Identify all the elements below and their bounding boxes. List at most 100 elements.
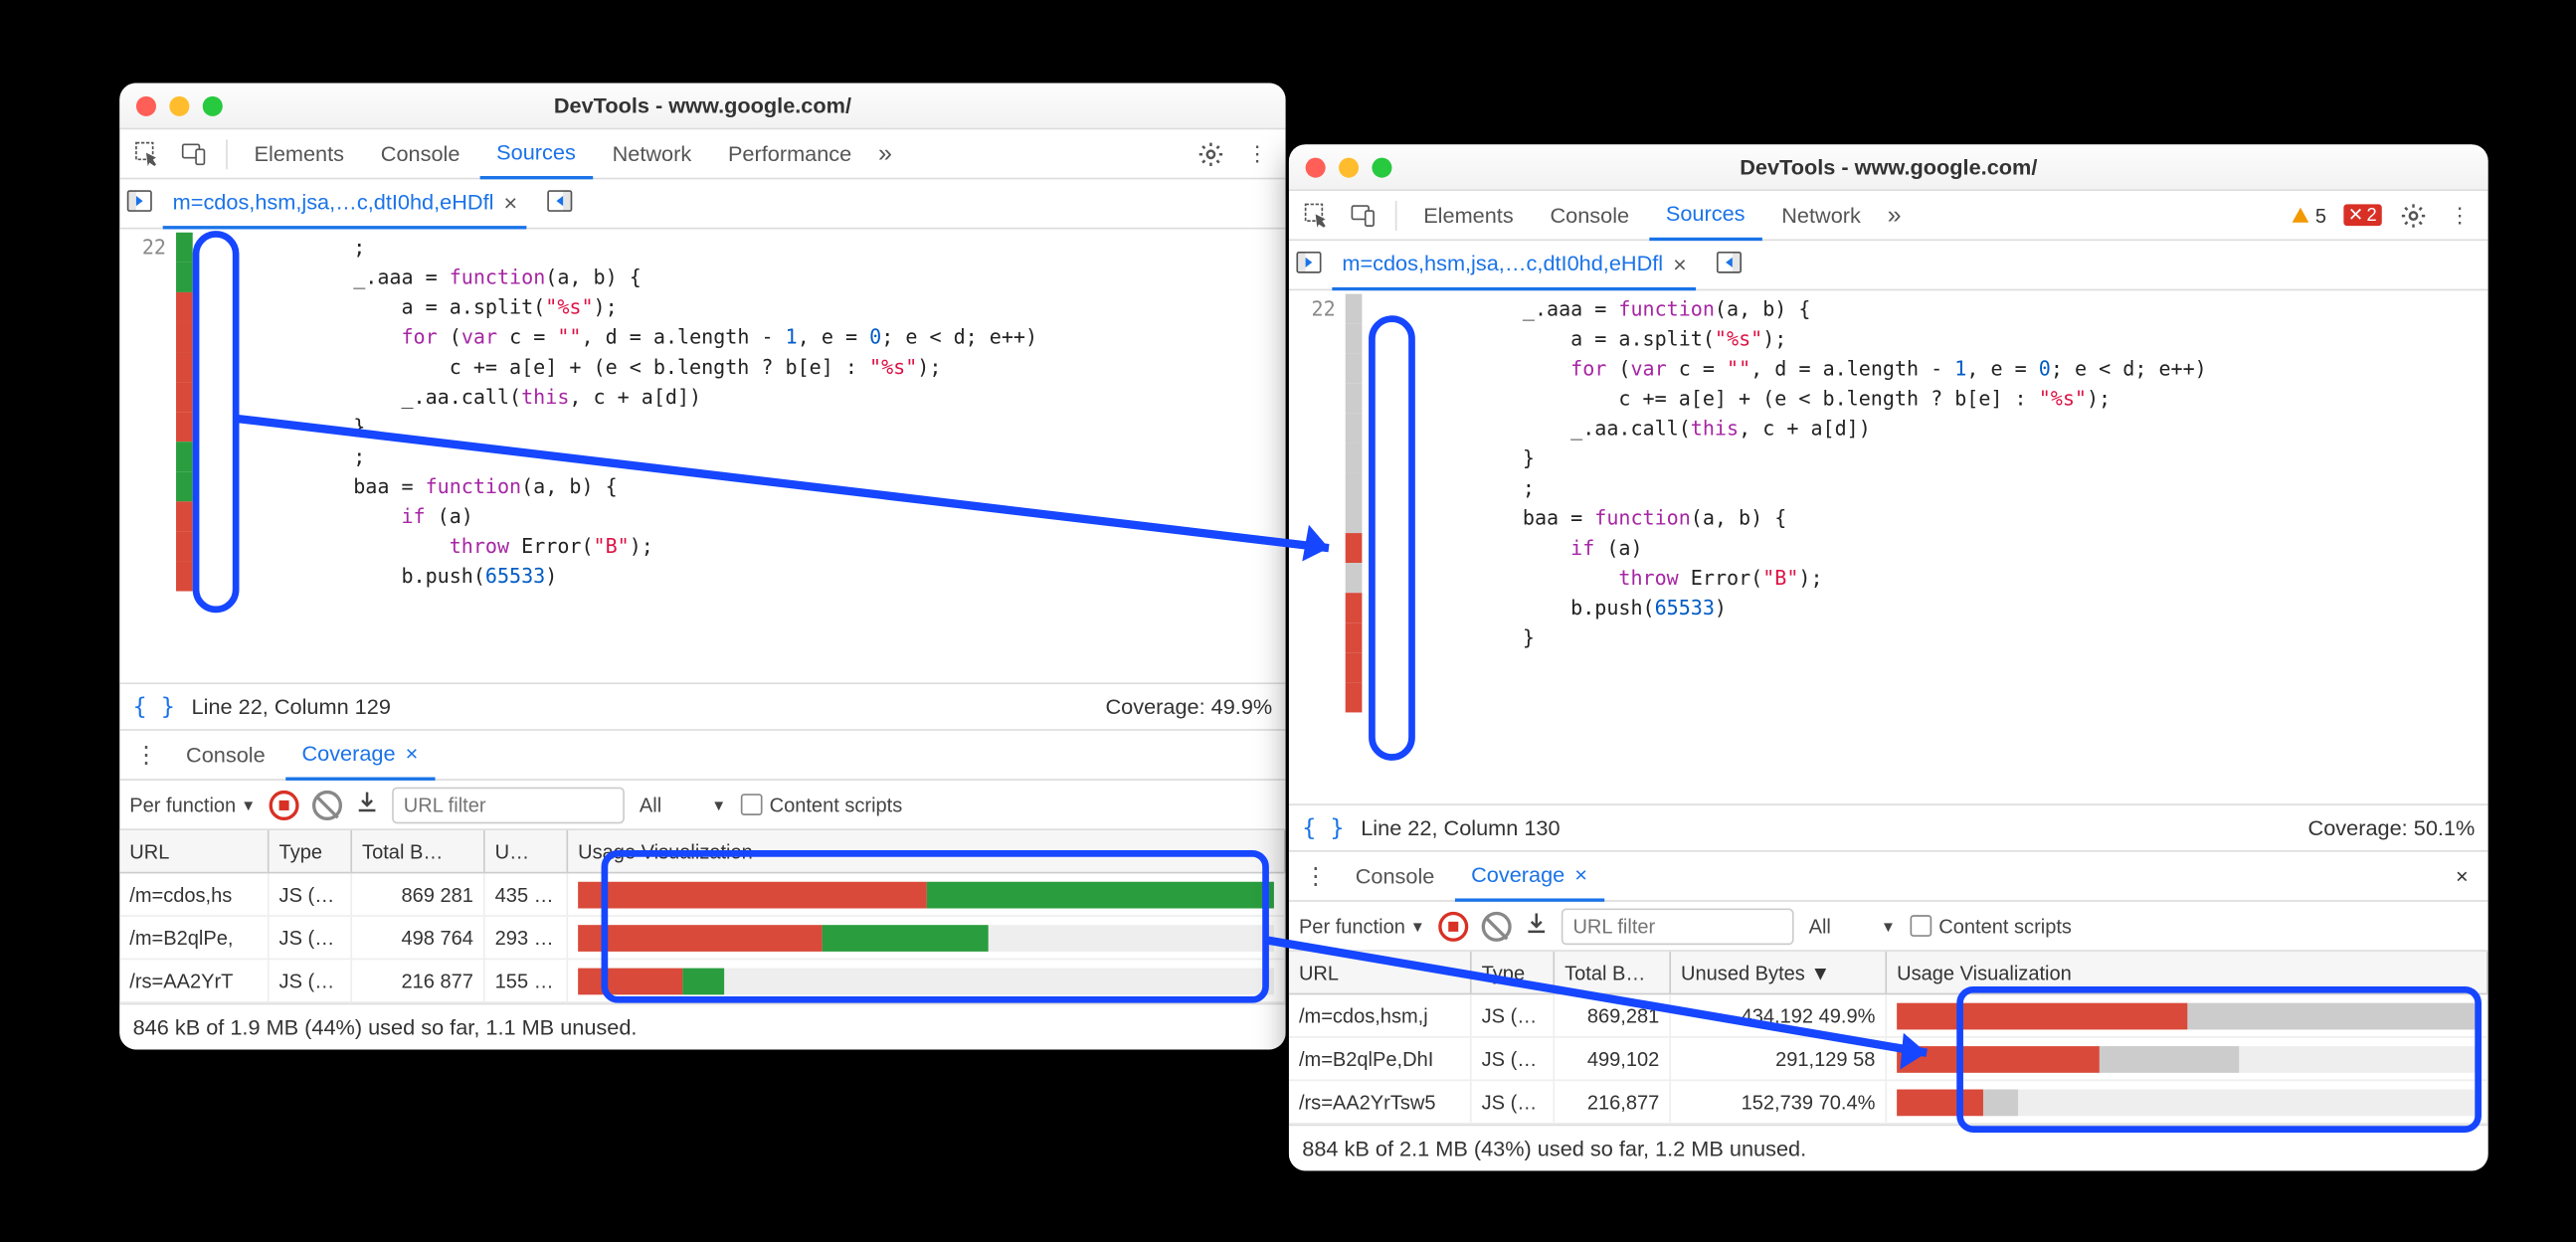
close-drawer-icon[interactable]: × (2443, 863, 2482, 888)
drawer-tabbar: ⋮ Console Coverage × × (1289, 852, 2488, 902)
export-icon[interactable] (355, 791, 378, 818)
settings-gear-icon[interactable] (2392, 194, 2435, 237)
show-debugger-icon[interactable] (1717, 250, 1744, 281)
drawer-menu-icon[interactable]: ⋮ (126, 741, 166, 769)
close-file-tab-icon[interactable]: × (1673, 250, 1687, 276)
traffic-close-icon[interactable] (1306, 157, 1326, 177)
pretty-print-icon[interactable]: { } (133, 693, 175, 720)
drawer-tab-console[interactable]: Console (1339, 851, 1451, 901)
close-drawer-tab-icon[interactable]: × (1574, 862, 1587, 887)
tab-performance[interactable]: Performance (711, 128, 868, 178)
file-tab-name: m=cdos,hsm,jsa,…c,dtI0hd,eHDfl (1342, 251, 1663, 275)
drawer-tab-coverage[interactable]: Coverage × (285, 730, 435, 780)
device-toolbar-icon[interactable] (1342, 194, 1384, 237)
cell-total: 869 281 (352, 873, 485, 915)
tab-console[interactable]: Console (1534, 190, 1646, 240)
url-filter-input[interactable] (392, 787, 625, 823)
device-toolbar-icon[interactable] (173, 132, 216, 175)
traffic-minimize-icon[interactable] (1339, 157, 1359, 177)
table-row[interactable]: /m=B2qlPe,JS (…498 764293 … (119, 917, 1285, 960)
tab-sources[interactable]: Sources (479, 128, 592, 178)
col-total[interactable]: Total B… (352, 830, 485, 872)
coverage-summary: 884 kB of 2.1 MB (43%) used so far, 1.2 … (1289, 1125, 2488, 1171)
kebab-menu-icon[interactable]: ⋮ (1235, 132, 1278, 175)
more-tabs-icon[interactable]: » (1881, 201, 1908, 229)
show-navigator-icon[interactable] (126, 188, 153, 220)
open-file-tab[interactable]: m=cdos,hsm,jsa,…c,dtI0hd,eHDfl × (1332, 240, 1697, 289)
kebab-menu-icon[interactable]: ⋮ (2439, 194, 2482, 237)
cursor-position: Line 22, Column 130 (1361, 815, 1560, 840)
tab-elements[interactable]: Elements (1406, 190, 1530, 240)
record-button-icon[interactable] (269, 790, 298, 819)
traffic-zoom-icon[interactable] (1372, 157, 1391, 177)
coverage-percentage: Coverage: 49.9% (1105, 694, 1272, 719)
show-navigator-icon[interactable] (1296, 250, 1323, 281)
cell-unused: 293 … (485, 917, 569, 959)
cell-url: /rs=AA2YrT (119, 960, 269, 1001)
code-content: _.aaa = function(a, b) { a = a.split("%s… (1362, 290, 2206, 803)
drawer-tabbar: ⋮ Console Coverage × (119, 731, 1285, 781)
drawer-menu-icon[interactable]: ⋮ (1296, 862, 1336, 890)
inspect-element-icon[interactable] (1296, 194, 1339, 237)
col-type[interactable]: Type (270, 830, 353, 872)
tab-console[interactable]: Console (364, 128, 476, 178)
per-function-select[interactable]: Per function ▼ (129, 793, 256, 815)
main-tabbar: Elements Console Sources Network Perform… (119, 129, 1285, 179)
more-tabs-icon[interactable]: » (871, 139, 898, 167)
col-unused[interactable]: U… (485, 830, 569, 872)
cell-type: JS (… (270, 917, 353, 959)
tab-elements[interactable]: Elements (238, 128, 361, 178)
usage-bar (1897, 1045, 2477, 1072)
errors-badge[interactable]: ✕ 2 (2336, 204, 2388, 226)
pretty-print-icon[interactable]: { } (1302, 814, 1344, 841)
open-file-tab[interactable]: m=cdos,hsm,jsa,…c,dtI0hd,eHDfl × (163, 179, 528, 229)
cell-total: 216,877 (1555, 1081, 1671, 1123)
coverage-table: URL Type Total B… U… Usage Visualization… (119, 830, 1285, 1003)
drawer-tab-coverage[interactable]: Coverage × (1454, 851, 1603, 901)
table-row[interactable]: /rs=AA2YrTJS (…216 877155 … (119, 960, 1285, 1002)
cell-usage (1887, 1081, 2488, 1123)
cell-unused: 152,739 70.4% (1671, 1081, 1887, 1123)
inspect-element-icon[interactable] (126, 132, 169, 175)
drawer-tab-console[interactable]: Console (169, 730, 281, 780)
line-number-gutter: 22 (119, 229, 176, 682)
col-usage[interactable]: Usage Visualization (568, 830, 1285, 872)
usage-bar (1897, 1089, 2477, 1116)
tab-network[interactable]: Network (1765, 190, 1878, 240)
clear-button-icon[interactable] (312, 790, 342, 819)
cell-usage (568, 960, 1285, 1001)
cell-type: JS (… (270, 960, 353, 1001)
table-header: URL Type Total B… U… Usage Visualization (119, 830, 1285, 873)
table-row[interactable]: /rs=AA2YrTsw5JS (…216,877152,739 70.4% (1289, 1081, 2488, 1124)
usage-bar (1897, 1002, 2477, 1029)
cell-url: /m=cdos,hs (119, 873, 269, 915)
source-files-bar: m=cdos,hsm,jsa,…c,dtI0hd,eHDfl × (1289, 241, 2488, 290)
cell-usage (1887, 1038, 2488, 1080)
show-debugger-icon[interactable] (547, 188, 574, 220)
tab-sources[interactable]: Sources (1649, 190, 1761, 240)
code-editor[interactable]: 22 _.aaa = function(a, b) { a = a.split(… (1289, 290, 2488, 805)
col-url[interactable]: URL (119, 830, 269, 872)
settings-gear-icon[interactable] (1190, 132, 1232, 175)
col-usage[interactable]: Usage Visualization (1887, 952, 2488, 993)
cell-usage (568, 917, 1285, 959)
annotation-arrow-bottom (1262, 930, 1976, 1079)
traffic-zoom-icon[interactable] (203, 95, 223, 115)
type-filter-select[interactable]: All ▼ (638, 792, 728, 818)
cell-unused: 435 … (485, 873, 569, 915)
cursor-position: Line 22, Column 129 (192, 694, 391, 719)
close-drawer-tab-icon[interactable]: × (406, 741, 419, 766)
warnings-badge[interactable]: 5 (2284, 204, 2333, 227)
table-row[interactable]: /m=cdos,hsJS (…869 281435 … (119, 873, 1285, 916)
window-title: DevTools - www.google.com/ (1289, 154, 2488, 179)
usage-bar (578, 968, 1274, 994)
content-scripts-checkbox[interactable]: Content scripts (741, 793, 902, 815)
tab-network[interactable]: Network (596, 128, 708, 178)
source-files-bar: m=cdos,hsm,jsa,…c,dtI0hd,eHDfl × (119, 179, 1285, 229)
window-title: DevTools - www.google.com/ (119, 93, 1285, 118)
traffic-close-icon[interactable] (136, 95, 156, 115)
traffic-minimize-icon[interactable] (169, 95, 189, 115)
close-file-tab-icon[interactable]: × (503, 189, 517, 216)
window-titlebar: DevTools - www.google.com/ (119, 84, 1285, 130)
cell-url: /m=B2qlPe, (119, 917, 269, 959)
